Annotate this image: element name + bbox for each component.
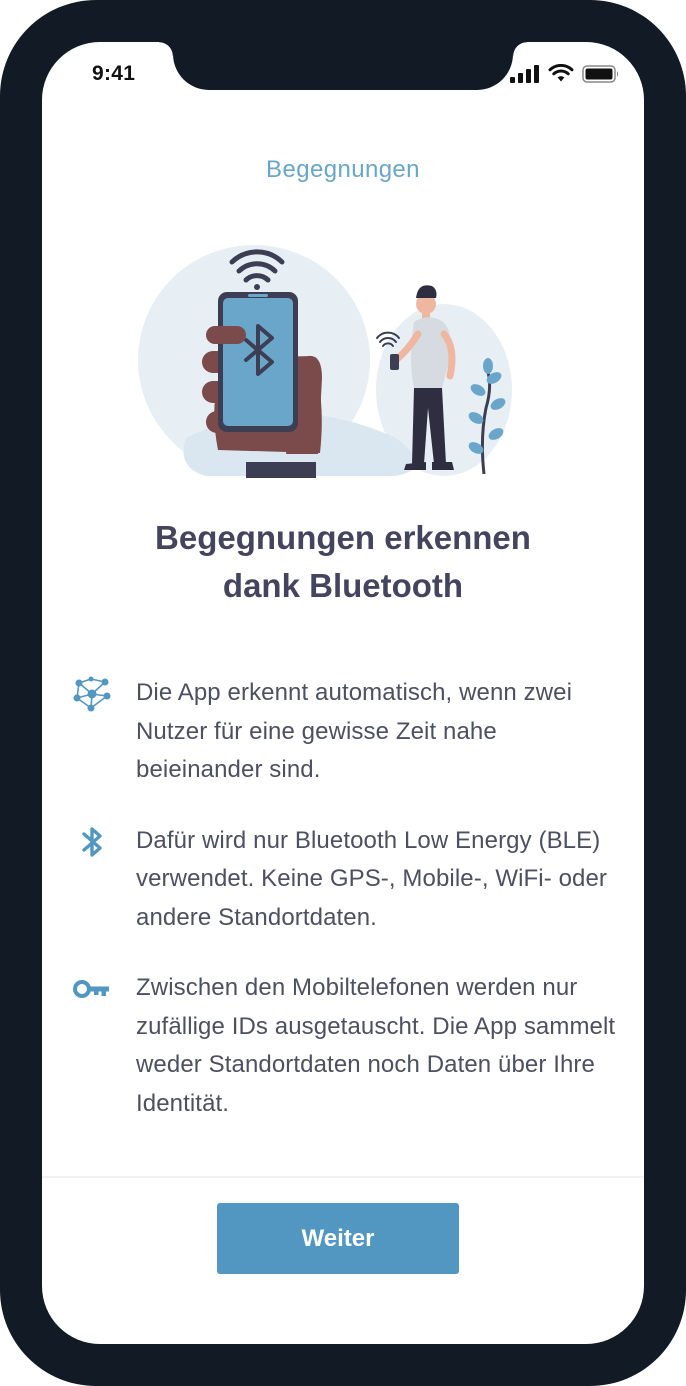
feature-item-encounters: Die App erkennt automatisch, wenn zwei N…: [70, 674, 630, 790]
feature-item-privacy: Zwischen den Mobiltelefonen werden nur z…: [70, 969, 630, 1123]
screen: 9:41 Begegnungen Begegnungen erkennen da…: [42, 42, 644, 1344]
network-icon: [70, 676, 114, 712]
headline-line-1: Begegnungen erkennen: [155, 519, 531, 556]
feature-list: Die App erkennt automatisch, wenn zwei N…: [70, 674, 630, 1155]
device-frame: 9:41 Begegnungen Begegnungen erkennen da…: [0, 0, 686, 1386]
battery-icon: [582, 64, 619, 83]
headline-line-2: dank Bluetooth: [222, 567, 464, 604]
feature-text-encounters: Die App erkennt automatisch, wenn zwei N…: [136, 679, 573, 783]
bluetooth-icon: [70, 824, 114, 860]
next-button[interactable]: Weiter: [217, 1203, 459, 1274]
headline: Begegnungen erkennen dank Bluetooth: [42, 514, 644, 610]
key-icon: [70, 971, 114, 1007]
feature-text-bluetooth: Dafür wird nur Bluetooth Low Energy (BLE…: [136, 826, 608, 931]
status-time: 9:41: [92, 62, 136, 85]
feature-item-bluetooth: Dafür wird nur Bluetooth Low Energy (BLE…: [70, 822, 630, 938]
feature-text-privacy: Zwischen den Mobiltelefonen werden nur z…: [136, 974, 616, 1117]
page-title: Begegnungen: [266, 156, 420, 183]
bluetooth-illustration: [138, 245, 512, 478]
device-notch: [159, 42, 527, 90]
cellular-signal-icon: [510, 64, 539, 83]
status-icons: [510, 64, 620, 83]
footer-divider: [42, 1176, 644, 1178]
wifi-icon: [548, 64, 574, 82]
